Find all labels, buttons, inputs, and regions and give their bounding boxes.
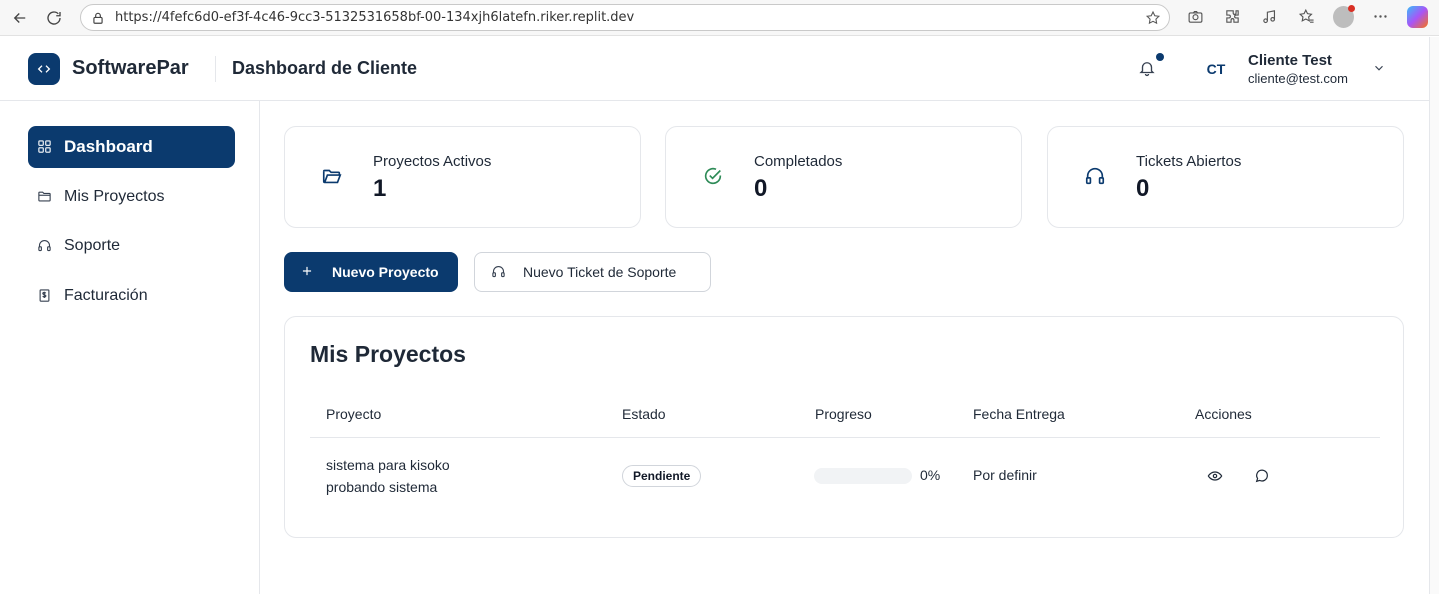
sidebar-item-label: Dashboard — [64, 137, 153, 156]
section-title: Mis Proyectos — [310, 341, 466, 367]
notification-indicator — [1156, 53, 1164, 61]
user-email: cliente@test.com — [1248, 71, 1348, 86]
browser-toolbar: https://4fefc6d0-ef3f-4c46-9cc3-51325316… — [0, 0, 1439, 36]
folder-icon — [37, 189, 53, 205]
message-project-button[interactable] — [1252, 466, 1272, 486]
chevron-down-icon — [1375, 65, 1383, 71]
stat-value: 0 — [754, 175, 768, 202]
user-menu-toggle[interactable] — [1372, 61, 1388, 77]
projects-panel: Mis Proyectos Proyecto Estado Progreso F… — [284, 316, 1404, 538]
button-label: Nuevo Ticket de Soporte — [523, 264, 677, 280]
favorites-button[interactable] — [1296, 6, 1317, 27]
puzzle-icon — [1226, 10, 1239, 23]
sidebar-item-projects[interactable]: Mis Proyectos — [28, 176, 235, 218]
more-horizontal-icon — [1374, 15, 1387, 18]
logo[interactable] — [28, 53, 60, 85]
stat-label: Proyectos Activos — [373, 153, 492, 170]
headphones-icon — [37, 238, 53, 254]
sidebar-item-dashboard[interactable]: Dashboard — [28, 126, 235, 168]
headphones-icon — [491, 264, 507, 280]
button-label: Nuevo Proyecto — [332, 264, 439, 280]
site-info-icon[interactable] — [91, 11, 105, 25]
invoice-icon — [37, 288, 53, 304]
copilot-icon — [1407, 5, 1428, 28]
plus-icon — [300, 264, 316, 280]
bell-icon — [1139, 62, 1155, 77]
stat-value: 1 — [373, 175, 387, 202]
stat-label: Tickets Abiertos — [1136, 153, 1242, 170]
check-circle-icon — [702, 165, 726, 189]
column-header-actions: Acciones — [1195, 406, 1252, 422]
progress-bar — [814, 468, 912, 484]
brand-name: SoftwarePar — [72, 57, 189, 79]
message-circle-icon — [1255, 469, 1268, 483]
stat-value: 0 — [1136, 175, 1150, 202]
address-bar[interactable]: https://4fefc6d0-ef3f-4c46-9cc3-51325316… — [80, 4, 1170, 31]
column-header-progress: Progreso — [815, 406, 872, 422]
stat-card-completed: Completados 0 — [665, 126, 1022, 228]
sidebar-item-label: Facturación — [64, 287, 148, 304]
back-button[interactable] — [6, 4, 34, 32]
stat-card-open-tickets: Tickets Abiertos 0 — [1047, 126, 1404, 228]
project-description: probando sistema — [326, 479, 438, 495]
view-project-button[interactable] — [1205, 466, 1225, 486]
camera-icon — [1188, 10, 1203, 23]
favorites-icon — [1298, 8, 1314, 23]
code-icon — [37, 65, 51, 73]
new-project-button[interactable]: Nuevo Proyecto — [284, 252, 458, 292]
column-header-status: Estado — [622, 406, 666, 422]
media-button[interactable] — [1259, 6, 1280, 27]
stat-card-active-projects: Proyectos Activos 1 — [284, 126, 641, 228]
sidebar: Dashboard Mis Proyectos Soporte Facturac… — [0, 101, 260, 594]
user-name[interactable]: Cliente Test — [1248, 52, 1332, 69]
profile-button[interactable] — [1333, 4, 1355, 28]
avatar[interactable]: CT — [1198, 57, 1234, 81]
new-ticket-button[interactable]: Nuevo Ticket de Soporte — [474, 252, 711, 292]
progress-value: 0% — [920, 467, 941, 483]
table-divider — [310, 437, 1380, 438]
reload-icon — [47, 10, 61, 25]
headphones-icon — [1084, 165, 1108, 189]
camera-button[interactable] — [1185, 6, 1206, 27]
url-text: https://4fefc6d0-ef3f-4c46-9cc3-51325316… — [115, 10, 635, 25]
page-title: Dashboard de Cliente — [232, 58, 418, 78]
profile-avatar — [1333, 4, 1355, 28]
stat-label: Completados — [754, 153, 843, 170]
sidebar-item-billing[interactable]: Facturación — [28, 275, 235, 317]
sidebar-item-label: Soporte — [64, 237, 121, 254]
header-divider — [215, 56, 216, 82]
column-header-due-date: Fecha Entrega — [973, 406, 1065, 422]
sidebar-item-support[interactable]: Soporte — [28, 225, 235, 267]
due-date: Por definir — [973, 467, 1037, 483]
project-name: sistema para kisoko — [326, 457, 450, 473]
extensions-button[interactable] — [1222, 6, 1243, 27]
eye-icon — [1207, 471, 1223, 481]
reload-button[interactable] — [40, 4, 68, 32]
grid-icon — [37, 139, 53, 155]
music-icon — [1263, 10, 1276, 24]
star-icon[interactable] — [1145, 10, 1161, 26]
status-badge: Pendiente — [622, 465, 702, 487]
sidebar-item-label: Mis Proyectos — [64, 188, 165, 205]
arrow-left-icon — [13, 12, 26, 23]
notifications-button[interactable] — [1138, 59, 1158, 79]
menu-button[interactable] — [1370, 6, 1391, 27]
app-header: SoftwarePar Dashboard de Cliente CT Clie… — [0, 37, 1429, 101]
column-header-project: Proyecto — [326, 406, 382, 422]
folder-open-icon — [321, 165, 345, 189]
copilot-button[interactable] — [1407, 5, 1428, 28]
scrollbar[interactable] — [1429, 37, 1439, 594]
